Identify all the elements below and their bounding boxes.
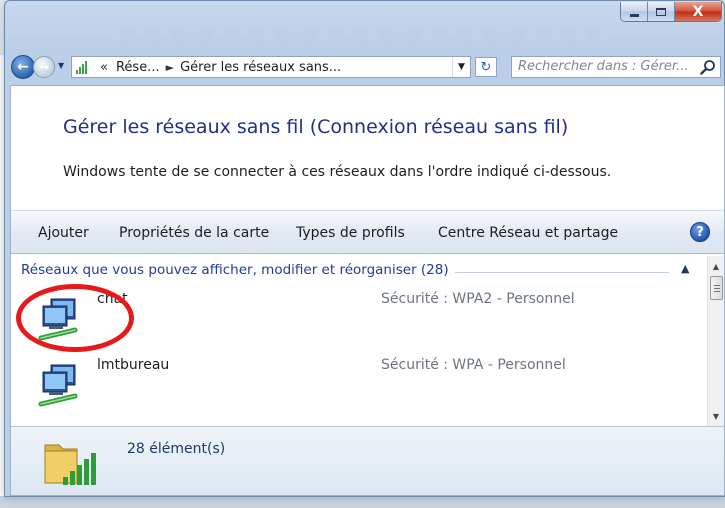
adapter-properties-button[interactable]: Propriétés de la carte xyxy=(119,225,269,241)
page-description: Windows tente de se connecter à ces rése… xyxy=(63,164,612,180)
network-security: Sécurité : WPA2 - Personnel xyxy=(381,291,575,307)
search-icon[interactable] xyxy=(700,59,716,75)
refresh-button[interactable]: ↻ xyxy=(475,57,497,77)
help-icon[interactable]: ? xyxy=(690,222,710,242)
wireless-network-icon xyxy=(38,298,78,341)
caption-buttons: X xyxy=(620,2,722,22)
scroll-up-button[interactable]: ▲ xyxy=(708,258,724,274)
page-title: Gérer les réseaux sans fil (Connexion ré… xyxy=(63,116,569,138)
list-scrollbar[interactable]: ▲ ▼ xyxy=(707,256,724,426)
maximize-icon xyxy=(656,7,666,16)
item-count: 28 élément(s) xyxy=(127,441,226,457)
network-list: chat Sécurité : WPA2 - Personnel lmtbure… xyxy=(11,286,707,416)
wireless-network-icon xyxy=(38,364,78,407)
address-bar[interactable]: « Rése... ► Gérer les réseaux sans... ▼ xyxy=(71,56,471,78)
forward-arrow-icon: → xyxy=(38,60,50,74)
breadcrumb-network-center[interactable]: Rése... xyxy=(116,60,160,75)
network-sharing-center-button[interactable]: Centre Réseau et partage xyxy=(438,225,618,241)
details-pane: 28 élément(s) xyxy=(11,426,724,495)
collapse-group-icon[interactable]: ▲ xyxy=(681,262,689,275)
network-item[interactable]: chat Sécurité : WPA2 - Personnel xyxy=(11,286,707,356)
background-strip xyxy=(0,496,725,508)
folder-signal-icon xyxy=(44,444,96,485)
wireless-signal-icon xyxy=(76,60,92,74)
scroll-thumb[interactable] xyxy=(710,276,723,300)
navigation-bar: ← → ▼ « Rése... ► Gérer les réseaux sans… xyxy=(11,51,721,81)
network-name: lmtbureau xyxy=(97,357,170,373)
add-button[interactable]: Ajouter xyxy=(38,225,89,241)
minimize-button[interactable] xyxy=(621,2,648,21)
network-name: chat xyxy=(97,291,128,307)
back-arrow-icon: ← xyxy=(17,59,29,75)
maximize-button[interactable] xyxy=(648,2,675,21)
minimize-icon xyxy=(629,13,639,17)
breadcrumb-manage-wireless[interactable]: Gérer les réseaux sans... xyxy=(180,60,341,75)
content-pane: Gérer les réseaux sans fil (Connexion ré… xyxy=(10,85,725,496)
search-input[interactable]: Rechercher dans : Gérer... xyxy=(511,56,721,78)
network-security: Sécurité : WPA - Personnel xyxy=(381,357,566,373)
network-item[interactable]: lmtbureau Sécurité : WPA - Personnel xyxy=(11,352,707,416)
refresh-icon: ↻ xyxy=(480,59,492,75)
breadcrumb-separator-icon[interactable]: ► xyxy=(166,61,174,74)
network-group-header[interactable]: Réseaux que vous pouvez afficher, modifi… xyxy=(21,262,455,278)
back-button[interactable]: ← xyxy=(11,55,35,79)
recent-pages-dropdown[interactable]: ▼ xyxy=(58,61,64,70)
command-bar: Ajouter Propriétés de la carte Types de … xyxy=(11,210,724,254)
help-glyph: ? xyxy=(696,224,704,240)
profile-types-button[interactable]: Types de profils xyxy=(296,225,405,241)
breadcrumb-overflow[interactable]: « xyxy=(100,60,108,75)
forward-button[interactable]: → xyxy=(33,56,55,78)
close-button[interactable]: X xyxy=(675,2,721,21)
address-dropdown-button[interactable]: ▼ xyxy=(452,57,470,77)
scroll-down-button[interactable]: ▼ xyxy=(708,408,724,424)
search-placeholder: Rechercher dans : Gérer... xyxy=(518,59,689,74)
close-icon: X xyxy=(692,3,704,20)
